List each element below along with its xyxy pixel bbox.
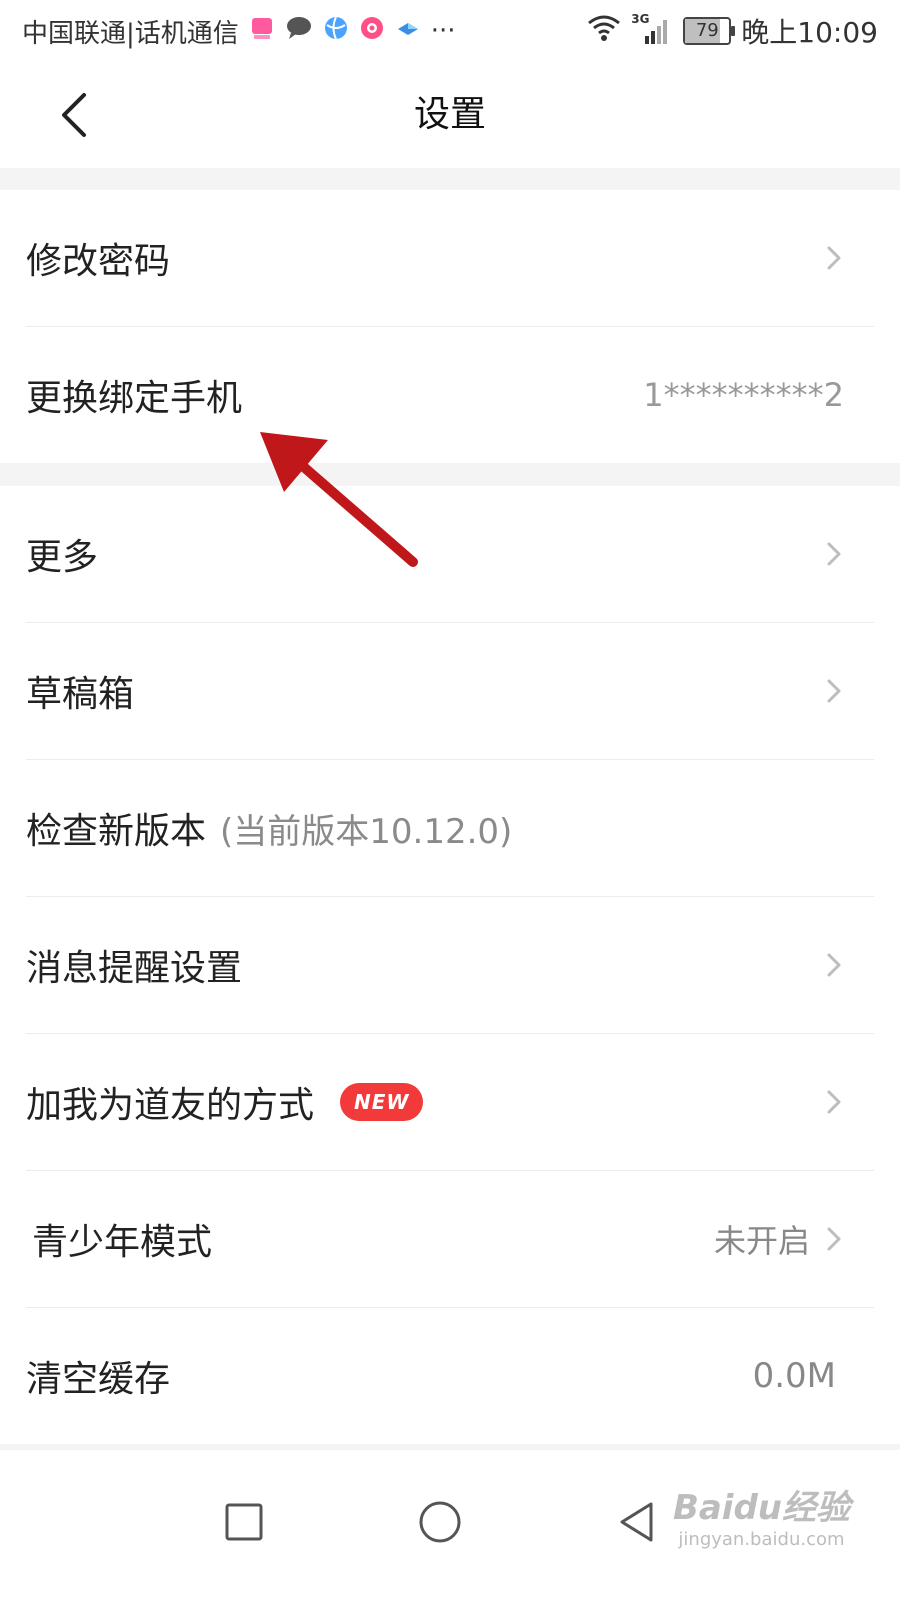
status-right: 3G 79 晚上10:09 [577, 12, 878, 50]
square-icon [225, 1503, 263, 1541]
notification-settings-row[interactable]: 消息提醒设置 [26, 897, 874, 1034]
teen-mode-label: 青少年模式 [32, 1222, 213, 1263]
bird-app-icon [395, 15, 421, 48]
drafts-row[interactable]: 草稿箱 [26, 623, 874, 760]
check-update-label: 检查新版本 [26, 811, 207, 852]
shop-app-icon [249, 15, 275, 48]
bound-phone-number: 1**********2 [643, 376, 844, 414]
new-badge: NEW [340, 1083, 424, 1121]
more-row[interactable]: 更多 [26, 486, 874, 623]
back-button[interactable] [40, 82, 106, 148]
clear-cache-row[interactable]: 清空缓存 0.0M [26, 1308, 874, 1444]
status-bar: 中国联通|话机通信 ··· 3G 79 晚上10:09 [0, 0, 900, 62]
change-password-row[interactable]: 修改密码 [26, 190, 874, 327]
row-right [824, 190, 844, 326]
page-title: 设置 [413, 94, 486, 135]
more-label: 更多 [26, 537, 99, 578]
chevron-right-icon [827, 1227, 841, 1251]
chevron-right-icon [827, 679, 841, 703]
more-notifications-icon: ··· [430, 16, 456, 46]
chevron-left-icon [62, 93, 86, 137]
row-right [824, 486, 844, 622]
triangle-back-icon [620, 1502, 653, 1542]
row-right [824, 897, 844, 1033]
add-friend-method-row[interactable]: 加我为道友的方式 NEW [26, 1034, 874, 1171]
current-version: (当前版本10.12.0) [220, 811, 513, 852]
general-settings-group: 更多 草稿箱 检查新版本 (当前版本10.12.0) 消息提醒设置 加我为道友的… [0, 486, 900, 1444]
change-bound-phone-row[interactable]: 更换绑定手机 1**********2 [26, 327, 874, 463]
teen-mode-status: 未开启 [713, 1222, 810, 1260]
chevron-right-icon [827, 542, 841, 566]
circle-icon [419, 1501, 461, 1543]
chevron-right-icon [827, 953, 841, 977]
system-navigation-bar: Baidu经验 jingyan.baidu.com [0, 1450, 900, 1600]
row-right [824, 623, 844, 759]
watermark-url: jingyan.baidu.com [678, 1529, 845, 1550]
battery-icon: 79 [683, 17, 736, 45]
row-right: 0.0M [753, 1308, 844, 1444]
drafts-label: 草稿箱 [26, 674, 135, 715]
recent-apps-button[interactable] [214, 1492, 274, 1552]
row-right: 未开启 [714, 1171, 844, 1307]
change-password-label: 修改密码 [26, 241, 171, 282]
check-update-row[interactable]: 检查新版本 (当前版本10.12.0) [26, 760, 874, 897]
system-back-button[interactable] [606, 1492, 666, 1552]
chevron-right-icon [827, 1090, 841, 1114]
watermark: Baidu经验 jingyan.baidu.com [673, 1480, 850, 1550]
wifi-icon [587, 14, 621, 49]
chevron-right-icon [827, 246, 841, 270]
camera-app-icon [359, 15, 385, 48]
watermark-brand: Baidu经验 [672, 1488, 850, 1528]
chat-bubble-icon [285, 15, 313, 48]
clock: 晚上10:09 [741, 16, 878, 49]
clear-cache-label: 清空缓存 [26, 1359, 171, 1400]
navigation-bar: 设置 [0, 62, 900, 168]
cache-size: 0.0M [752, 1356, 836, 1396]
battery-level: 79 [695, 20, 719, 41]
row-right: 1**********2 [643, 327, 844, 463]
status-left: 中国联通|话机通信 ··· [22, 12, 456, 50]
carrier-label: 中国联通|话机通信 [22, 18, 239, 49]
home-button[interactable] [410, 1492, 470, 1552]
change-bound-phone-label: 更换绑定手机 [26, 378, 243, 419]
signal-icon: 3G [631, 12, 673, 46]
add-friend-method-label: 加我为道友的方式 [26, 1085, 315, 1126]
account-settings-group: 修改密码 更换绑定手机 1**********2 [0, 190, 900, 463]
row-right [824, 1034, 844, 1170]
notification-settings-label: 消息提醒设置 [26, 948, 243, 989]
globe-app-icon [323, 15, 349, 48]
teen-mode-row[interactable]: 青少年模式 未开启 [26, 1171, 874, 1308]
